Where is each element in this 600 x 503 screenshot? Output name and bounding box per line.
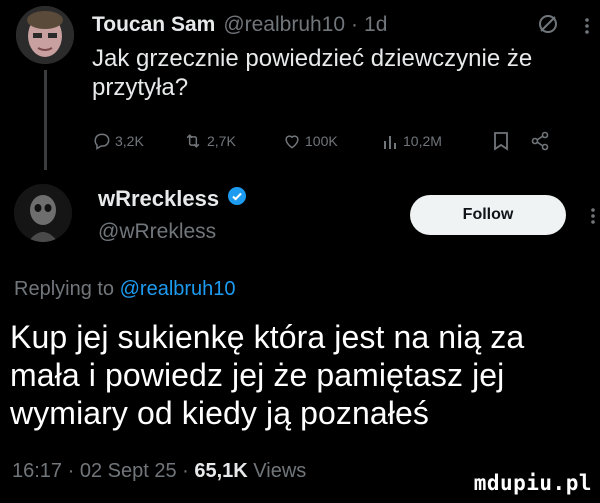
views-icon (382, 131, 400, 151)
share-icon (530, 131, 550, 151)
grok-icon[interactable] (536, 12, 560, 36)
repost-count: 2,7K (207, 133, 236, 149)
bookmark-button[interactable] (492, 131, 530, 151)
author-handle[interactable]: @realbruh10 (223, 13, 345, 37)
more-icon[interactable] (590, 206, 596, 226)
views-count: 10,2M (403, 133, 442, 149)
thread-line (44, 70, 47, 170)
reply-author-handle[interactable]: @wRrekless (98, 220, 216, 244)
verified-badge-icon (227, 186, 247, 212)
tweet-header: Toucan Sam @realbruh10 · 1d (92, 10, 590, 40)
reply-views-label: Views (253, 460, 307, 482)
share-button[interactable] (530, 131, 550, 151)
avatar-wrreckless[interactable] (14, 184, 72, 242)
replying-to-label: Replying to (14, 278, 115, 300)
like-button[interactable]: 100K (282, 131, 382, 151)
watermark: mdupiu.pl (473, 471, 592, 495)
reply-views-count: 65,1K (194, 460, 248, 482)
like-count: 100K (305, 133, 338, 149)
author-name[interactable]: Toucan Sam (92, 13, 215, 37)
separator-dot: · (351, 13, 359, 36)
reply-author: wRreckless (98, 186, 247, 212)
reply-button[interactable]: 3,2K (92, 131, 182, 151)
reply-icon (92, 131, 112, 151)
repost-button[interactable]: 2,7K (182, 131, 282, 151)
more-icon[interactable] (584, 16, 590, 36)
replying-to-handle[interactable]: @realbruh10 (120, 278, 236, 300)
reply-count: 3,2K (115, 133, 144, 149)
like-icon (282, 131, 302, 151)
bookmark-icon (492, 131, 510, 151)
tweet-time[interactable]: 1d (364, 13, 387, 37)
tweet-text: Jak grzecznie powiedzieć dziewczynie że … (92, 45, 533, 101)
avatar-toucan-sam[interactable] (16, 6, 74, 64)
reply-text: Kup jej sukienkę która jest na nią za ma… (10, 319, 525, 431)
follow-button[interactable]: Follow (410, 195, 566, 235)
replying-to: Replying to @realbruh10 (14, 278, 236, 301)
reply-footer: 16:17 · 02 Sept 25 · 65,1K Views (12, 460, 306, 483)
repost-icon (182, 131, 204, 151)
views-button[interactable]: 10,2M (382, 131, 492, 151)
tweet-metrics-bar: 3,2K 2,7K 100K 10,2M (92, 126, 592, 156)
reply-author-name[interactable]: wRreckless (98, 186, 219, 212)
reply-timestamp[interactable]: 16:17 · 02 Sept 25 · (12, 460, 189, 482)
